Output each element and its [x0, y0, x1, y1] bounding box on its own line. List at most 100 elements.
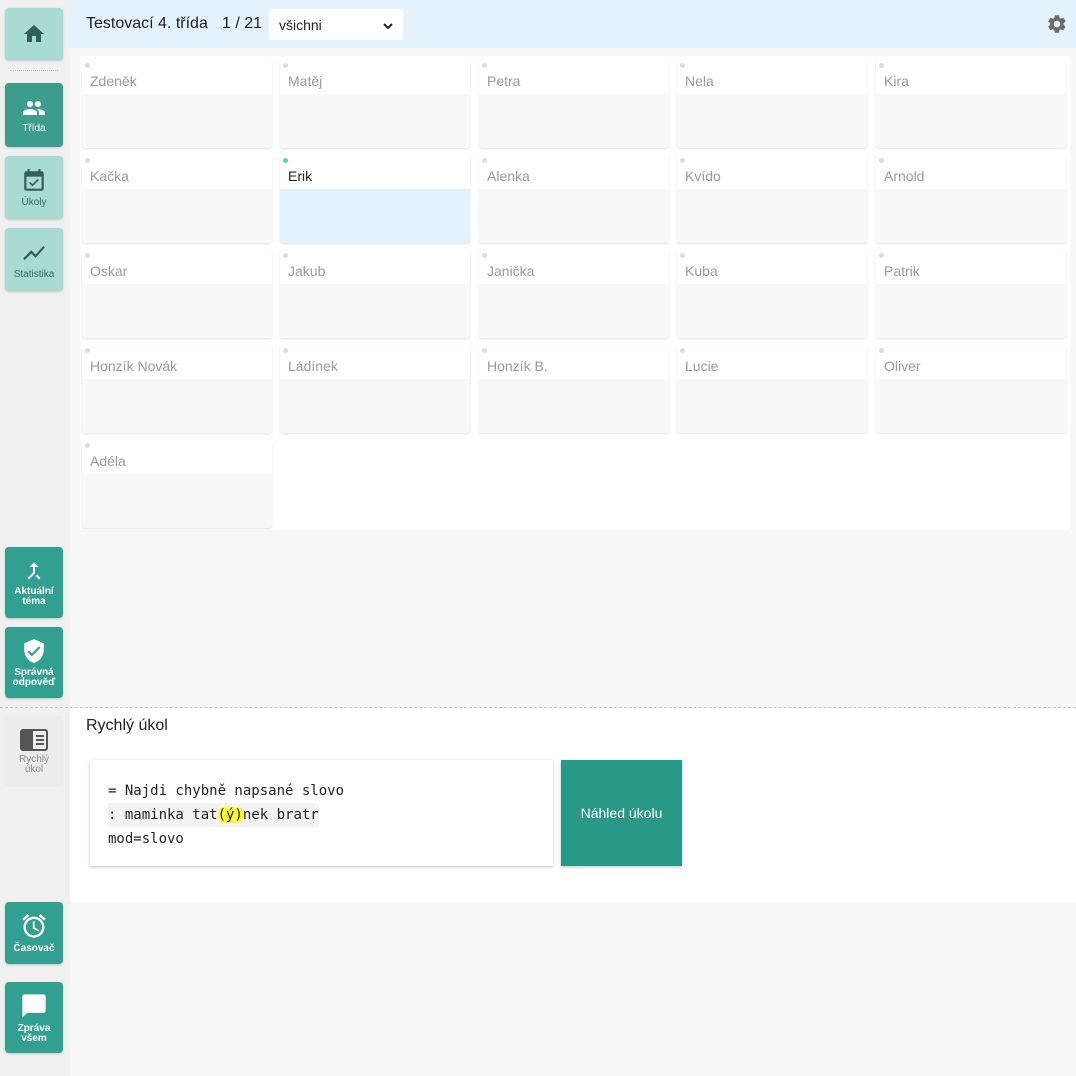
student-card-header: Zdeněk	[82, 60, 272, 94]
status-dot	[680, 158, 685, 163]
student-name: Kačka	[90, 168, 129, 184]
student-card-header: Nela	[677, 60, 867, 94]
timer-button[interactable]: Časovač	[5, 902, 63, 964]
status-dot	[482, 253, 487, 258]
quick-task-editor[interactable]: = Najdi chybně napsané slovo : maminka t…	[90, 760, 553, 866]
sidebar-item-tasks[interactable]: Úkoly	[5, 156, 63, 219]
student-card[interactable]: Alenka	[479, 155, 669, 243]
student-name: Nela	[685, 73, 714, 89]
student-card-header: Ládínek	[280, 345, 470, 379]
student-card[interactable]: Ládínek	[280, 345, 470, 433]
sidebar-item-class-label: Třída	[22, 123, 46, 134]
page-counter: 1 / 21	[222, 15, 263, 32]
student-name: Petra	[487, 73, 521, 89]
student-name: Kuba	[685, 263, 718, 279]
student-name: Janička	[487, 263, 535, 279]
student-card-header: Kira	[876, 60, 1066, 94]
message-all-button[interactable]: Zpráva všem	[5, 982, 63, 1053]
sidebar: Třída Úkoly Statistika Aktuální téma Spr…	[0, 0, 70, 1076]
student-name: Kvído	[685, 168, 721, 184]
student-name: Honzík B.	[487, 358, 548, 374]
student-name: Kira	[884, 73, 909, 89]
status-dot	[85, 348, 90, 353]
student-name: Matěj	[288, 73, 323, 89]
status-dot	[85, 253, 90, 258]
home-button[interactable]	[5, 8, 63, 60]
student-card[interactable]: Kvído	[677, 155, 867, 243]
sidebar-item-stats[interactable]: Statistika	[5, 228, 63, 291]
student-card[interactable]: Oskar	[82, 250, 272, 338]
quick-task-section: Rychlý úkol = Najdi chybně napsané slovo…	[70, 708, 1076, 902]
student-card[interactable]: Patrik	[876, 250, 1066, 338]
student-card-header: Matěj	[280, 60, 470, 94]
quick-task-title: Rychlý úkol	[86, 717, 168, 734]
student-name: Arnold	[884, 168, 925, 184]
home-icon	[22, 22, 46, 46]
sidebar-item-class[interactable]: Třída	[5, 83, 63, 147]
student-name: Jakub	[288, 263, 326, 279]
chat-icon	[20, 992, 48, 1020]
gear-icon[interactable]	[1046, 13, 1068, 40]
student-name: Oskar	[90, 263, 128, 279]
student-card[interactable]: Zdeněk	[82, 60, 272, 148]
student-card[interactable]: Petra	[479, 60, 669, 148]
student-card[interactable]: Erik	[280, 155, 470, 243]
status-dot	[879, 348, 884, 353]
current-topic-button[interactable]: Aktuální téma	[5, 547, 63, 618]
student-card[interactable]: Jakub	[280, 250, 470, 338]
student-card-header: Oliver	[876, 345, 1066, 379]
student-card[interactable]: Kačka	[82, 155, 272, 243]
student-card[interactable]: Arnold	[876, 155, 1066, 243]
status-dot	[85, 63, 90, 68]
correct-answer-label: Správná odpověď	[12, 666, 56, 688]
student-card-header: Oskar	[82, 250, 272, 284]
status-dot	[482, 63, 487, 68]
student-card-header: Honzík B.	[479, 345, 669, 379]
quick-task-button[interactable]: Rychlý úkol	[5, 716, 63, 787]
status-dot	[879, 253, 884, 258]
student-card[interactable]: Matěj	[280, 60, 470, 148]
student-card-header: Petra	[479, 60, 669, 94]
message-all-label: Zpráva všem	[17, 1022, 51, 1044]
quick-task-label: Rychlý úkol	[18, 753, 49, 775]
student-card-header: Arnold	[876, 155, 1066, 189]
status-dot	[680, 253, 685, 258]
correct-answer-button[interactable]: Správná odpověď	[5, 627, 63, 698]
trend-line-icon	[21, 240, 47, 266]
student-filter-select[interactable]: všichni	[269, 9, 403, 40]
student-grid: Zdeněk Matěj Petra Nela Kira Kačka Erik Alenka K…	[80, 56, 1070, 530]
student-card[interactable]: Kira	[876, 60, 1066, 148]
student-card[interactable]: Adéla	[82, 440, 272, 528]
student-name: Zdeněk	[90, 73, 137, 89]
sidebar-item-stats-label: Statistika	[13, 268, 55, 280]
student-name: Erik	[288, 168, 313, 184]
status-dot	[283, 63, 288, 68]
status-dot	[283, 348, 288, 353]
student-card[interactable]: Kuba	[677, 250, 867, 338]
student-card-header: Patrik	[876, 250, 1066, 284]
student-card[interactable]: Honzík Novák	[82, 345, 272, 433]
status-dot	[680, 348, 685, 353]
student-card[interactable]: Janička	[479, 250, 669, 338]
preview-task-button[interactable]: Náhled úkolu	[561, 760, 682, 866]
editor-line-1: = Najdi chybně napsané slovo	[108, 783, 345, 799]
status-dot	[85, 158, 90, 163]
sidebar-item-tasks-label: Úkoly	[21, 196, 47, 208]
editor-line-3: mod=slovo	[108, 831, 184, 847]
status-dot	[680, 63, 685, 68]
status-dot	[482, 348, 487, 353]
student-card[interactable]: Oliver	[876, 345, 1066, 433]
student-card-header: Adéla	[82, 440, 272, 474]
header-bar: Testovací 4. třída 1 / 21 všichni	[70, 0, 1076, 48]
current-topic-label: Aktuální téma	[14, 585, 54, 607]
student-card-header: Alenka	[479, 155, 669, 189]
student-card[interactable]: Lucie	[677, 345, 867, 433]
timer-label: Časovač	[13, 943, 55, 954]
student-card-header: Lucie	[677, 345, 867, 379]
student-card[interactable]: Honzík B.	[479, 345, 669, 433]
filter-selected-value: všichni	[279, 16, 322, 33]
student-card[interactable]: Nela	[677, 60, 867, 148]
editor-highlight: (ý)	[217, 807, 243, 823]
shield-check-icon	[21, 638, 47, 664]
student-card-header: Erik	[280, 155, 470, 189]
